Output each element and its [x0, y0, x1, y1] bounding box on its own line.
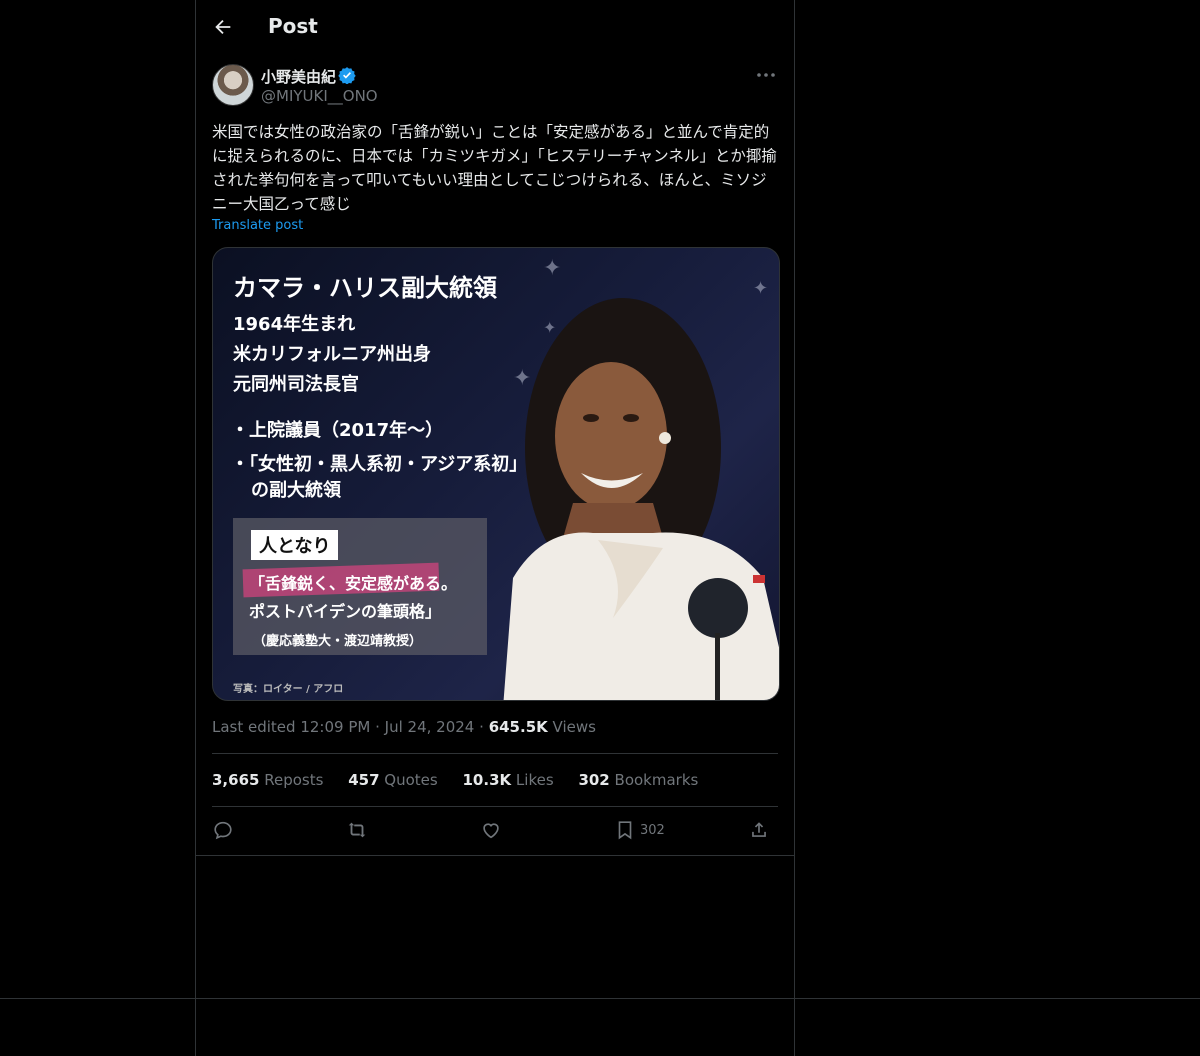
bookmark-icon: [618, 821, 632, 840]
bookmarks-label: Bookmarks: [614, 771, 699, 789]
reposts-count: 3,665: [212, 771, 260, 789]
image-text-line: 1964年生まれ: [233, 314, 356, 335]
bookmarks-stat[interactable]: 302 Bookmarks: [578, 771, 698, 789]
quotes-label: Quotes: [384, 771, 438, 789]
avatar[interactable]: [212, 64, 254, 106]
verified-badge-icon: [338, 67, 356, 84]
share-button[interactable]: [748, 818, 770, 842]
bookmark-button[interactable]: 302: [614, 818, 665, 842]
meta-separator: ·: [479, 718, 484, 736]
engagement-stats: 3,665 Reposts 457 Quotes 10.3K Likes 302…: [212, 771, 718, 789]
likes-stat[interactable]: 10.3K Likes: [463, 771, 554, 789]
image-bullet: ・「女性初・黒人系初・アジア系初」: [231, 454, 528, 475]
post-header: Post: [196, 0, 794, 54]
image-text-line: 米カリフォルニア州出身: [233, 344, 431, 365]
post-date[interactable]: Jul 24, 2024: [385, 718, 475, 736]
back-arrow-icon[interactable]: [212, 16, 234, 38]
image-bullet: ・上院議員（2017年〜）: [231, 420, 444, 441]
bookmarks-count: 302: [578, 771, 610, 789]
likes-label: Likes: [515, 771, 554, 789]
right-divider: [794, 855, 795, 1056]
image-text-line: 元同州司法長官: [233, 374, 359, 395]
views-label: Views: [552, 718, 596, 736]
author-name[interactable]: 小野美由紀: [261, 66, 336, 87]
quote-line: ポストバイデンの筆頭格」: [249, 602, 442, 621]
action-bar: 302: [212, 818, 778, 844]
post-column: Post 小野美由紀 @MIYUKI__ONO 米国では女性の政治家の「舌鋒が鋭…: [195, 0, 795, 856]
quotes-count: 457: [348, 771, 380, 789]
portrait-illustration: [503, 298, 779, 700]
views-count: 645.5K: [488, 718, 548, 736]
likes-count: 10.3K: [462, 771, 512, 789]
quote-box: 人となり 「舌鋒鋭く、安定感がある。 ポストバイデンの筆頭格」 （慶応義塾大・渡…: [233, 518, 487, 655]
translate-post-link[interactable]: Translate post: [212, 218, 303, 233]
photo-credit: 写真：ロイター / アフロ: [233, 684, 344, 695]
meta-separator: ·: [375, 718, 380, 736]
reposts-label: Reposts: [264, 771, 324, 789]
repost-button[interactable]: [346, 818, 368, 842]
bottom-divider: [0, 998, 1200, 999]
quote-tag: 人となり: [251, 530, 339, 560]
post-text: 米国では女性の政治家の「舌鋒が鋭い」ことは「安定感がある」と並んで肯定的に捉えら…: [212, 123, 777, 213]
reply-button[interactable]: [212, 818, 234, 842]
bookmark-count: 302: [640, 822, 665, 838]
post-image[interactable]: ✦ ✦ ✦ ✦ カマラ・ハリス副大統領 1964年生まれ 米カリフォルニア州出身…: [212, 247, 780, 701]
edited-time[interactable]: Last edited 12:09 PM: [212, 718, 370, 736]
post-author: 小野美由紀 @MIYUKI__ONO: [212, 64, 778, 108]
heart-icon: [483, 823, 499, 839]
reposts-stat[interactable]: 3,665 Reposts: [212, 771, 323, 789]
like-button[interactable]: [480, 818, 502, 842]
left-divider: [195, 855, 196, 1056]
quotes-stat[interactable]: 457 Quotes: [348, 771, 438, 789]
more-options-icon[interactable]: [754, 66, 778, 84]
divider: [212, 753, 778, 754]
post-meta: Last edited 12:09 PM · Jul 24, 2024 · 64…: [212, 718, 596, 736]
image-title: カマラ・ハリス副大統領: [233, 274, 497, 302]
divider: [212, 806, 778, 807]
quote-line: 「舌鋒鋭く、安定感がある。: [249, 574, 458, 593]
page-title: Post: [268, 14, 318, 38]
author-handle[interactable]: @MIYUKI__ONO: [261, 87, 378, 105]
repost-icon: [348, 822, 366, 838]
reply-icon: [214, 821, 232, 840]
share-icon: [752, 822, 766, 837]
image-bullet: の副大統領: [251, 480, 341, 501]
quote-source: （慶応義塾大・渡辺靖教授）: [253, 634, 423, 649]
